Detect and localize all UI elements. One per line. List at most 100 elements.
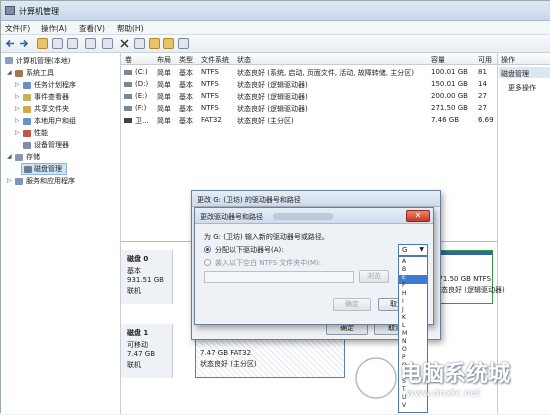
table-row[interactable]: (F:) 简单 基本 NTFS 状态良好 (逻辑驱动器) 271.50 GB 2… [121, 103, 497, 114]
toolbar [1, 35, 550, 53]
expand-arrow-icon[interactable]: ◢ [7, 69, 12, 76]
properties-icon[interactable] [67, 38, 78, 49]
menu-view[interactable]: 查看(V) [79, 23, 105, 34]
list-item[interactable]: F [402, 282, 405, 289]
tree-item-event-viewer[interactable]: 事件查看器 [34, 92, 69, 102]
expand-arrow-icon[interactable]: ◢ [7, 153, 12, 160]
check-icon[interactable] [134, 38, 145, 49]
list-item[interactable]: P [402, 354, 406, 361]
menu-file[interactable]: 文件(F) [5, 23, 30, 34]
list-item[interactable]: Q [402, 362, 407, 369]
list-item[interactable]: R [402, 370, 406, 377]
grid-icon[interactable] [178, 38, 189, 49]
more-actions-link[interactable]: 更多操作 [508, 83, 536, 93]
list-item[interactable]: M [402, 330, 407, 337]
open-folder-icon[interactable] [149, 38, 160, 49]
list-item[interactable]: T [402, 386, 406, 393]
tree-system-tools[interactable]: 系统工具 [26, 68, 54, 78]
cell-free: 6.69 [478, 116, 494, 124]
up-folder-icon[interactable] [37, 38, 48, 49]
table-row[interactable]: (D:) 简单 基本 NTFS 状态良好 (逻辑驱动器) 150.01 GB 1… [121, 79, 497, 90]
actions-section-disk-management[interactable]: 磁盘管理 [499, 67, 550, 78]
disk-1-size: 7.47 GB [127, 350, 156, 358]
assign-letter-radio[interactable] [204, 246, 211, 253]
back-arrow-icon[interactable] [5, 38, 16, 49]
collapse-arrow-icon[interactable]: ▷ [15, 93, 20, 100]
tree-item-shared-folders[interactable]: 共享文件夹 [34, 104, 69, 114]
menu-action[interactable]: 操作(A) [41, 23, 67, 34]
ok-button[interactable]: 确定 [333, 298, 371, 311]
chevron-down-icon: ▼ [419, 246, 424, 253]
collapse-arrow-icon[interactable]: ▷ [15, 129, 20, 136]
tree-item-performance[interactable]: 性能 [34, 128, 48, 138]
tree-disk-management[interactable]: 磁盘管理 [34, 164, 62, 174]
list-item[interactable]: S [402, 378, 406, 385]
table-row[interactable]: 卫... 简单 基本 FAT32 状态良好 (主分区) 7.46 GB 6.69 [121, 115, 497, 126]
help-icon[interactable] [85, 38, 96, 49]
drive-letter-select[interactable]: G ▼ [398, 244, 428, 256]
performance-icon [23, 130, 31, 137]
list-item[interactable]: V [402, 402, 406, 409]
mount-folder-radio[interactable] [204, 259, 211, 266]
actions-header: 操作 [498, 53, 550, 65]
folder-path-input[interactable] [204, 271, 354, 283]
list-item[interactable]: A [402, 258, 406, 265]
partition-status: 状态良好 (主分区) [200, 360, 257, 368]
list-item[interactable]: N [402, 338, 407, 345]
tree-item-device-manager[interactable]: 设备管理器 [34, 140, 69, 150]
table-row[interactable]: (E:) 简单 基本 NTFS 状态良好 (逻辑驱动器) 200.00 GB 2… [121, 91, 497, 102]
table-row[interactable]: (C:) 简单 基本 NTFS 状态良好 (系统, 启动, 页面文件, 活动, … [121, 67, 497, 78]
cell-type: 基本 [179, 93, 193, 101]
collapse-arrow-icon[interactable]: ▷ [15, 81, 20, 88]
cell-filesystem: FAT32 [201, 116, 222, 124]
list-item[interactable]: H [402, 290, 407, 297]
disk-1-type: 可移动 [127, 341, 148, 349]
collapse-arrow-icon[interactable]: ▷ [7, 177, 12, 184]
tree-item-task-scheduler[interactable]: 任务计划程序 [34, 80, 76, 90]
view-icon[interactable] [102, 38, 113, 49]
col-capacity[interactable]: 容量 [431, 55, 445, 65]
list-item[interactable]: U [402, 394, 406, 401]
collapse-arrow-icon[interactable]: ▷ [15, 105, 20, 112]
actions-pane: 操作 磁盘管理 更多操作 [497, 53, 550, 414]
close-icon[interactable]: ✕ [406, 210, 430, 222]
disk-1-label[interactable]: 磁盘 1 可移动 7.47 GB 联机 [121, 324, 173, 378]
removable-drive-icon [124, 118, 132, 123]
delete-icon[interactable] [119, 38, 130, 49]
mount-folder-label: 装入以下空白 NTFS 文件夹中(M): [215, 259, 322, 267]
menu-help[interactable]: 帮助(H) [117, 23, 144, 34]
list-item[interactable]: B [402, 266, 406, 273]
col-status[interactable]: 状态 [237, 55, 251, 65]
list-item[interactable]: I [402, 298, 404, 305]
list-item[interactable]: K [402, 314, 406, 321]
computer-management-icon [5, 6, 15, 15]
show-hide-tree-icon[interactable] [52, 38, 63, 49]
col-volume[interactable]: 卷 [125, 55, 132, 65]
cell-free: 81 [478, 68, 487, 76]
menu-bar: 文件(F) 操作(A) 查看(V) 帮助(H) [1, 21, 550, 35]
col-filesystem[interactable]: 文件系统 [201, 55, 229, 65]
list-item[interactable]: E [402, 274, 406, 281]
tree-item-local-users[interactable]: 本地用户和组 [34, 116, 76, 126]
list-item[interactable]: J [402, 306, 404, 313]
forward-arrow-icon[interactable] [18, 38, 29, 49]
cell-capacity: 200.00 GB [431, 92, 468, 100]
disk-0-label[interactable]: 磁盘 0 基本 931.51 GB 联机 [121, 250, 173, 304]
cell-free: 14 [478, 80, 487, 88]
cell-layout: 简单 [157, 81, 171, 89]
users-icon [23, 118, 31, 125]
list-item[interactable]: L [402, 322, 405, 329]
cell-type: 基本 [179, 81, 193, 89]
tree-root[interactable]: 计算机管理(本地) [16, 56, 70, 66]
window-title: 计算机管理 [19, 7, 59, 16]
list-item[interactable]: O [402, 346, 407, 353]
tree-services-apps[interactable]: 服务和应用程序 [26, 176, 75, 186]
browse-button[interactable]: 浏览 [359, 270, 389, 283]
col-type[interactable]: 类型 [179, 55, 193, 65]
tree-storage[interactable]: 存储 [26, 152, 40, 162]
search-folder-icon[interactable] [163, 38, 174, 49]
collapse-arrow-icon[interactable]: ▷ [15, 117, 20, 124]
col-free[interactable]: 可用 [478, 55, 492, 65]
cell-filesystem: NTFS [201, 80, 219, 88]
col-layout[interactable]: 布局 [157, 55, 171, 65]
